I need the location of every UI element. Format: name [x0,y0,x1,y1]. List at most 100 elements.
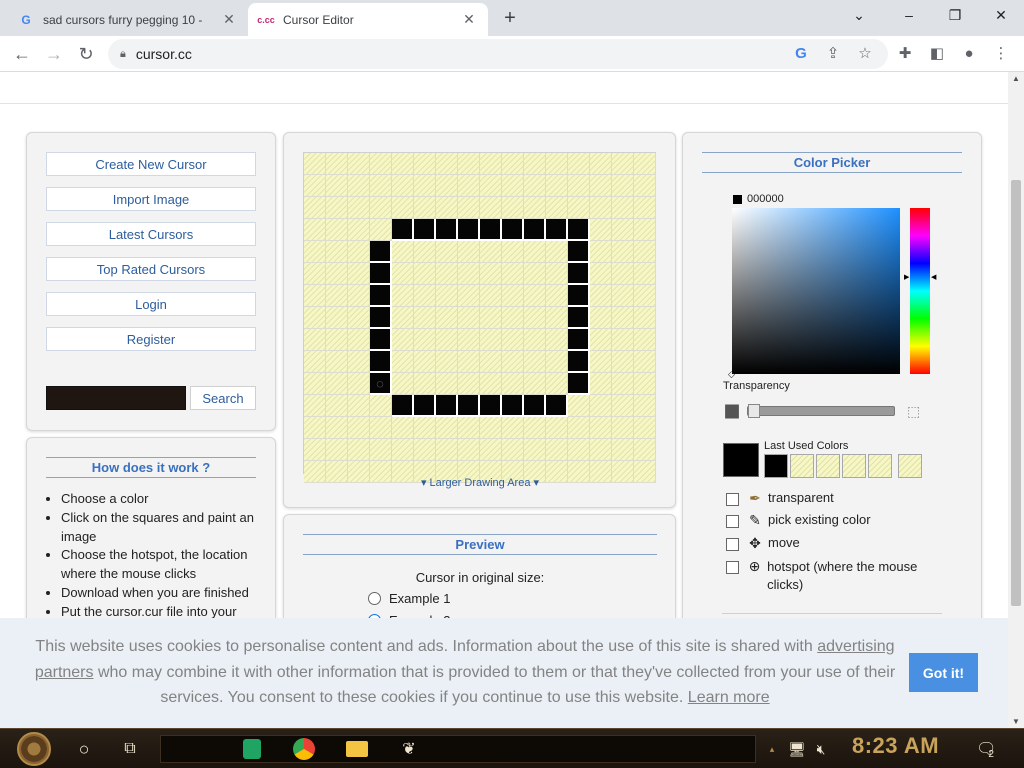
grid-cell[interactable] [348,395,370,417]
grid-cell[interactable] [348,153,370,175]
bookmark-star-icon[interactable]: ☆ [854,42,876,64]
grid-cell[interactable] [414,285,436,307]
grid-cell[interactable] [458,329,480,351]
grid-cell[interactable] [524,417,546,439]
grid-cell[interactable] [326,417,348,439]
grid-cell[interactable] [524,175,546,197]
back-icon[interactable]: ← [8,40,36,68]
grid-cell[interactable] [370,285,392,307]
grid-cell[interactable] [546,197,568,219]
grid-cell[interactable] [370,417,392,439]
grid-cell[interactable] [436,219,458,241]
grid-cell[interactable] [370,395,392,417]
grid-cell[interactable] [436,263,458,285]
grid-cell[interactable] [590,263,612,285]
grid-cell[interactable] [370,263,392,285]
grid-cell[interactable] [568,395,590,417]
sv-cursor-icon[interactable]: ◇ [728,369,735,380]
grid-cell[interactable] [392,153,414,175]
grid-cell[interactable] [634,197,656,219]
grid-cell[interactable] [392,373,414,395]
grid-cell[interactable] [348,351,370,373]
grid-cell[interactable] [458,439,480,461]
grid-cell[interactable] [304,153,326,175]
grid-cell[interactable] [502,329,524,351]
grid-cell[interactable] [590,439,612,461]
grid-cell[interactable] [326,263,348,285]
grid-cell[interactable] [458,351,480,373]
grid-cell[interactable] [634,329,656,351]
last-used-color-swatch[interactable] [816,454,840,478]
grid-cell[interactable] [304,241,326,263]
grid-cell[interactable] [634,285,656,307]
grid-cell[interactable] [304,197,326,219]
grid-cell[interactable] [436,285,458,307]
clock[interactable]: 8:23 AM [852,733,939,759]
pixel-grid[interactable]: ◌ [303,152,656,483]
grid-cell[interactable] [634,395,656,417]
grid-cell[interactable] [546,285,568,307]
grid-cell[interactable] [392,351,414,373]
grid-cell[interactable] [546,395,568,417]
import-image-button[interactable]: Import Image [46,187,256,211]
minimize-button[interactable]: – [886,0,932,30]
last-used-color-swatch[interactable] [842,454,866,478]
grid-cell[interactable] [458,197,480,219]
grid-cell[interactable] [480,351,502,373]
grid-cell[interactable] [634,175,656,197]
grid-cell[interactable] [480,197,502,219]
transparency-slider-handle[interactable] [748,404,760,418]
grid-cell[interactable] [414,417,436,439]
grid-cell[interactable] [634,153,656,175]
grid-cell[interactable] [414,153,436,175]
example-1-option[interactable]: Example 1 [368,591,450,606]
cortana-icon[interactable]: ○ [70,733,98,765]
grid-cell[interactable] [568,307,590,329]
profile-avatar-icon[interactable]: ● [958,42,980,64]
grid-cell[interactable] [568,219,590,241]
grid-cell[interactable] [612,307,634,329]
grid-cell[interactable] [612,417,634,439]
grid-cell[interactable] [348,417,370,439]
grid-cell[interactable] [568,241,590,263]
grid-cell[interactable] [590,175,612,197]
grid-cell[interactable] [524,329,546,351]
grid-cell[interactable] [546,263,568,285]
transparent-option[interactable]: ✒ transparent [726,490,834,507]
grid-cell[interactable] [436,197,458,219]
menu-kebab-icon[interactable]: ⋮ [990,42,1012,64]
grid-cell[interactable] [304,351,326,373]
grid-cell[interactable] [480,329,502,351]
grid-cell[interactable] [436,307,458,329]
close-tab-icon[interactable]: ✕ [220,11,238,29]
grid-cell[interactable] [370,439,392,461]
grid-cell[interactable] [546,329,568,351]
grid-cell[interactable] [348,219,370,241]
last-used-color-swatch[interactable] [898,454,922,478]
grid-cell[interactable] [612,439,634,461]
grid-cell[interactable] [304,373,326,395]
example-1-radio[interactable] [368,592,381,605]
scroll-down-icon[interactable]: ▼ [1008,717,1024,726]
last-used-color-swatch[interactable] [868,454,892,478]
move-checkbox[interactable] [726,538,739,551]
notification-center-icon[interactable]: 🗨︎ 2 [970,733,1000,765]
grid-cell[interactable] [590,351,612,373]
grid-cell[interactable] [568,175,590,197]
grid-cell[interactable] [568,373,590,395]
grid-cell[interactable] [480,285,502,307]
grid-cell[interactable] [634,307,656,329]
grid-cell[interactable] [436,241,458,263]
pick-color-option[interactable]: ✎ pick existing color [726,512,871,529]
grid-cell[interactable] [568,197,590,219]
grid-cell[interactable] [612,241,634,263]
grid-cell[interactable] [414,307,436,329]
grid-cell[interactable] [326,373,348,395]
grid-cell[interactable] [436,417,458,439]
grid-cell[interactable] [502,263,524,285]
grid-cell[interactable] [392,285,414,307]
tab-google-search[interactable]: G sad cursors furry pegging 10 - ✕ [8,3,248,36]
close-window-button[interactable]: ✕ [978,0,1024,30]
grid-cell[interactable] [502,219,524,241]
grid-cell[interactable] [524,241,546,263]
